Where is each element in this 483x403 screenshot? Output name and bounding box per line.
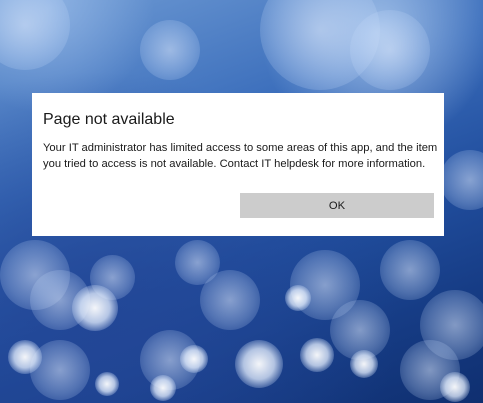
bokeh-light <box>150 375 176 401</box>
bokeh-light <box>285 285 311 311</box>
bokeh-light <box>180 345 208 373</box>
bokeh-light <box>72 285 118 331</box>
bokeh-light <box>140 20 200 80</box>
bokeh-light <box>95 372 119 396</box>
bokeh-light <box>380 240 440 300</box>
bokeh-light <box>350 10 430 90</box>
access-denied-dialog: Page not available Your IT administrator… <box>32 93 444 236</box>
bokeh-light <box>440 150 483 210</box>
dialog-message: Your IT administrator has limited access… <box>43 142 438 170</box>
bokeh-light <box>8 340 42 374</box>
bokeh-light <box>235 340 283 388</box>
bokeh-light <box>350 350 378 378</box>
bokeh-light <box>200 270 260 330</box>
bokeh-light <box>440 372 470 402</box>
dialog-title: Page not available <box>43 111 175 128</box>
ok-button[interactable]: OK <box>240 193 434 218</box>
bokeh-light <box>0 0 70 70</box>
bokeh-light <box>300 338 334 372</box>
